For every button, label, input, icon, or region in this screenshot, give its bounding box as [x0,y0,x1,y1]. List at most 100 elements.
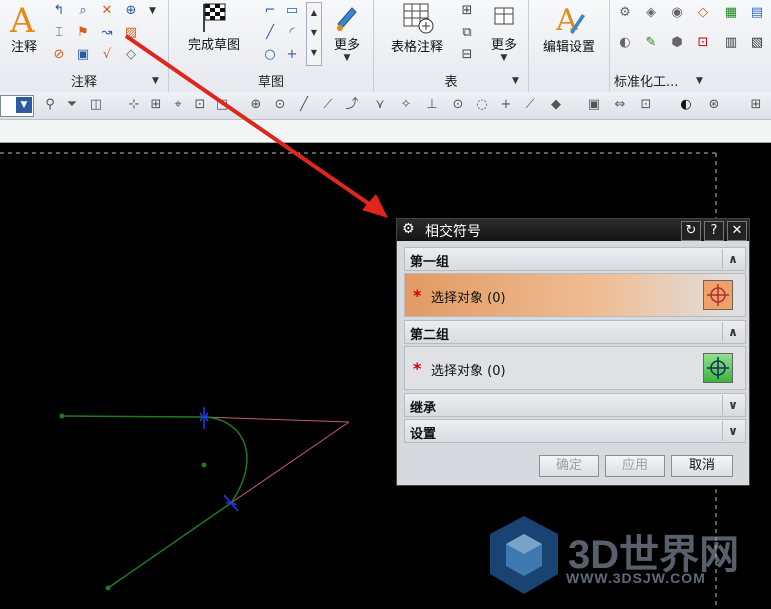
select-filter-icon[interactable]: ⚲ [42,97,58,113]
weld-symbol-icon[interactable]: √ [98,46,116,64]
auto-balloon-icon[interactable]: ⧉ [458,24,476,42]
finish-sketch-button[interactable]: 完成草图 [179,2,249,53]
snap-9-icon[interactable]: ⟋ [320,97,336,113]
target-point-icon[interactable]: ⊕ [122,2,140,20]
filter-dropdown-arrow-icon: ▼ [16,97,32,113]
checkered-flag-icon [203,3,226,32]
expand-settings-icon[interactable]: ∨ [722,421,743,441]
dialog-title: 相交符号 [425,224,481,240]
line-icon[interactable]: ╱ [261,24,279,42]
sketch-gallery-scroll[interactable]: ▲ ▼ ▼ [306,2,322,66]
annotation-group-dropdown-icon[interactable]: ▼ [152,76,159,86]
snap-18-icon[interactable]: ◆ [548,97,564,113]
std-tool-11-icon[interactable]: ▥ [722,34,740,52]
snap-5-icon[interactable]: ◳ [214,97,230,113]
search-dim-icon[interactable]: ⊘ [50,46,68,64]
std-tool-3-icon[interactable]: ◉ [668,4,686,22]
second-group-crosshair-icon[interactable] [703,353,733,383]
sketch-more-button[interactable]: 更多 ▼ [327,2,367,63]
annotation-button[interactable]: A 注释 [4,2,44,55]
std-tool-7-icon[interactable]: ◐ [616,34,634,52]
section-first-group-header[interactable]: 第一组 ∧ [404,247,746,271]
first-group-crosshair-icon[interactable] [703,280,733,310]
hole-table-icon[interactable]: ⊟ [458,46,476,64]
target-dropdown-icon[interactable]: ▼ [149,6,156,16]
expand-inherit-icon[interactable]: ∨ [722,395,743,415]
rectangle-icon[interactable]: ▭ [283,2,301,20]
table-group-dropdown-icon[interactable]: ▼ [512,76,519,86]
dialog-gear-icon[interactable]: ⚙ [402,221,415,237]
section-inherit-header[interactable]: 继承 ∨ [404,393,746,417]
std-tool-2-icon[interactable]: ◈ [642,4,660,22]
snap-2-icon[interactable]: ⊞ [148,97,164,113]
std-group-dropdown-icon[interactable]: ▼ [696,76,703,86]
layer-icon[interactable]: ⊛ [706,97,722,113]
profile-icon[interactable]: ⌐ [261,2,279,20]
std-tool-12-icon[interactable]: ▧ [748,34,766,52]
std-tool-6-icon[interactable]: ▤ [748,4,766,22]
collapse-first-group-icon[interactable]: ∧ [722,249,743,269]
feature-note-icon[interactable]: ⌕ [74,2,92,20]
section-settings-header[interactable]: 设置 ∨ [404,419,746,443]
snap-17-icon[interactable]: ⟋ [522,97,538,113]
close-icon[interactable]: ✕ [727,221,747,241]
snap-15-icon[interactable]: ◌ [474,97,490,113]
collapse-second-group-icon[interactable]: ∧ [722,322,743,342]
render-style-icon[interactable]: ◐ [678,97,694,113]
arc-icon[interactable]: ◜ [283,24,301,42]
dialog-title-bar[interactable]: ⚙ 相交符号 ↻ ? ✕ [397,219,749,241]
hatch-icon[interactable]: ▨ [122,24,140,42]
point-plus-icon[interactable]: + [283,46,301,64]
snap-8-icon[interactable]: ╱ [296,97,312,113]
std-tool-8-icon[interactable]: ✎ [642,34,660,52]
reset-icon[interactable]: ↻ [681,221,701,241]
first-group-select-row[interactable]: * 选择对象 (0) [404,273,746,317]
std-tool-10-icon[interactable]: ⊡ [694,34,712,52]
snap-4-icon[interactable]: ⊡ [192,97,208,113]
grid-icon[interactable]: ⊞ [748,97,764,113]
leader-icon[interactable]: ↰ [50,2,68,20]
ok-button[interactable]: 确定 [539,455,599,477]
flag-note-icon[interactable]: ⚑ [74,24,92,42]
table-more-button[interactable]: 更多 ▼ [484,2,524,63]
second-group-select-row[interactable]: * 选择对象 (0) [404,346,746,390]
section-settings-label: 设置 [410,427,437,442]
view-2-icon[interactable]: ⇔ [612,97,628,113]
parts-list-icon[interactable]: ⊞ [458,2,476,20]
sketch-more-dropdown-icon: ▼ [343,53,351,63]
section-second-group-header[interactable]: 第二组 ∧ [404,320,746,344]
snap-1-icon[interactable]: ⊹ [126,97,142,113]
std-tool-4-icon[interactable]: ◇ [694,4,712,22]
selection-scope-icon[interactable]: ◫ [88,97,104,113]
snap-6-icon[interactable]: ⊕ [248,97,264,113]
table-note-button[interactable]: 表格注释 [382,2,452,55]
view-3-icon[interactable]: ⊡ [638,97,654,113]
std-tool-1-icon[interactable]: ⚙ [616,4,634,22]
funnel-icon[interactable]: ⏷ [64,97,80,113]
table-more-dropdown-icon: ▼ [500,53,508,63]
help-icon[interactable]: ? [704,221,724,241]
snap-14-icon[interactable]: ⊙ [450,97,466,113]
sketch-group: 完成草图 ⌐ ▭ ╱ ◜ ○ + ▲ ▼ ▼ 更多 ▼ 草图 [169,0,374,92]
type-filter-dropdown[interactable]: ▼ [0,95,34,117]
std-tool-9-icon[interactable]: ⬢ [668,34,686,52]
snap-10-icon[interactable]: ⤴ [344,97,360,113]
snap-11-icon[interactable]: ⋎ [372,97,388,113]
intersection-symbol-icon[interactable]: ↝ [98,24,116,42]
datum-icon[interactable]: ⌶ [50,24,68,42]
snap-13-icon[interactable]: ⊥ [424,97,440,113]
delete-x-icon[interactable]: ✕ [98,2,116,20]
tab-strip [0,120,771,143]
snap-16-icon[interactable]: + [498,97,514,113]
snap-7-icon[interactable]: ⊙ [272,97,288,113]
snap-12-icon[interactable]: ✧ [398,97,414,113]
image-icon[interactable]: ▣ [74,46,92,64]
edit-settings-button[interactable]: A 编辑设置 [535,2,603,55]
view-1-icon[interactable]: ▣ [586,97,602,113]
circle-icon[interactable]: ○ [261,46,279,64]
std-tool-5-icon[interactable]: ▦ [722,4,740,22]
snap-3-icon[interactable]: ⌖ [170,97,186,113]
eraser-icon[interactable]: ◇ [122,46,140,64]
apply-button[interactable]: 应用 [605,455,665,477]
cancel-button[interactable]: 取消 [671,455,733,477]
